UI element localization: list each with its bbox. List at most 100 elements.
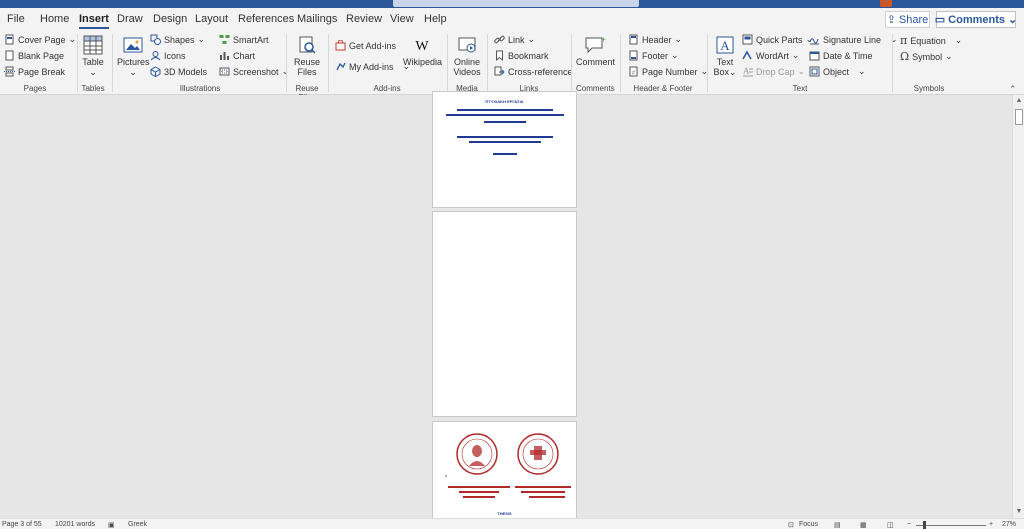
object-button[interactable]: Object ⌄ <box>809 66 866 77</box>
3d-models-button[interactable]: 3D Models⌄ <box>150 66 226 77</box>
header-icon <box>629 34 638 45</box>
document-page[interactable]: THESIS <box>432 421 577 529</box>
reuse-files-icon <box>299 36 316 54</box>
equation-button[interactable]: π Equation ⌄ <box>900 34 962 47</box>
page-count[interactable]: Page 3 of 55 <box>2 521 42 528</box>
wikipedia-button[interactable]: W Wikipedia <box>403 35 442 67</box>
text-box-button[interactable]: A Text Box⌄ <box>712 35 738 78</box>
focus-icon[interactable]: ⊡ <box>788 521 794 529</box>
comment-icon: ▭ <box>934 14 946 26</box>
tab-help[interactable]: Help <box>424 13 447 25</box>
print-layout-icon[interactable]: ▦ <box>860 521 867 529</box>
chevron-down-icon: ⌄ <box>797 66 806 76</box>
page-number-button[interactable]: # Page Number ⌄ <box>628 66 708 77</box>
tab-draw[interactable]: Draw <box>117 13 143 25</box>
group-separator <box>77 34 78 92</box>
smartart-icon <box>219 35 230 44</box>
avatar[interactable] <box>880 0 892 7</box>
date-time-button[interactable]: Date & Time <box>809 50 873 61</box>
cover-page-button[interactable]: Cover Page ⌄ <box>4 34 76 45</box>
link-button[interactable]: Link ⌄ <box>494 34 535 45</box>
online-videos-button[interactable]: Online Videos <box>452 35 482 77</box>
wordart-button[interactable]: WordArt ⌄ <box>742 50 799 61</box>
web-layout-icon[interactable]: ◫ <box>887 521 894 529</box>
icons-icon <box>150 51 161 61</box>
university-seal-right <box>517 433 559 475</box>
document-page[interactable]: ΠΤΥΧΙΑΚΗ ΕΡΓΑΣΙΑ <box>432 91 577 208</box>
bookmark-button[interactable]: Bookmark <box>494 50 549 61</box>
chart-button[interactable]: Chart <box>219 50 255 61</box>
cross-reference-button[interactable]: Cross-reference <box>494 66 573 77</box>
footer-button[interactable]: Footer ⌄ <box>628 50 679 61</box>
cube-icon <box>150 66 161 77</box>
scrollbar-thumb[interactable] <box>1015 109 1023 125</box>
text-box-icon: A <box>716 36 734 54</box>
store-icon <box>335 40 346 51</box>
page-break-button[interactable]: Page Break <box>4 66 65 77</box>
group-label-header-footer: Header & Footer <box>633 84 693 93</box>
status-bar: Page 3 of 55 10201 words ▣ Greek ⊡ Focus… <box>0 518 1024 529</box>
get-addins-button[interactable]: Get Add-ins <box>335 40 396 51</box>
search-box[interactable] <box>393 0 639 7</box>
blank-page-button[interactable]: Blank Page <box>4 50 64 61</box>
document-page[interactable] <box>432 211 577 417</box>
tab-home[interactable]: Home <box>40 13 69 25</box>
chart-icon <box>220 52 229 60</box>
my-addins-button[interactable]: My Add-ins ⌄ <box>335 61 410 72</box>
svg-text:A: A <box>720 38 730 53</box>
page-break-icon <box>4 66 15 77</box>
scroll-up-icon[interactable]: ▲ <box>1015 97 1023 105</box>
symbol-button[interactable]: Ω Symbol ⌄ <box>900 50 953 63</box>
svg-text:+: + <box>601 35 606 44</box>
text-line <box>433 140 576 144</box>
zoom-slider[interactable] <box>916 525 986 526</box>
ribbon: Cover Page ⌄ Blank Page Page Break Pages … <box>0 31 1024 102</box>
tab-layout[interactable]: Layout <box>195 13 228 25</box>
quick-parts-button[interactable]: Quick Parts ⌄ <box>742 34 813 45</box>
group-separator <box>447 34 448 92</box>
page-marker <box>445 475 447 477</box>
vertical-scrollbar[interactable]: ▲ ▼ <box>1012 95 1024 518</box>
header-button[interactable]: Header ⌄ <box>628 34 682 45</box>
collapse-ribbon-icon[interactable]: ⌃ <box>1009 84 1017 95</box>
pictures-button[interactable]: Pictures ⌄ <box>117 35 150 78</box>
share-button[interactable]: ⇪ Share <box>885 11 930 28</box>
group-separator <box>112 34 113 92</box>
screenshot-button[interactable]: Screenshot⌄ <box>219 66 289 77</box>
zoom-level[interactable]: 27% <box>1002 521 1016 528</box>
icons-button[interactable]: Icons <box>150 50 186 61</box>
table-button[interactable]: Table ⌄ <box>81 35 105 78</box>
tab-references[interactable]: References <box>238 13 294 25</box>
focus-button[interactable]: Focus <box>799 521 818 528</box>
page-heading: ΠΤΥΧΙΑΚΗ ΕΡΓΑΣΙΑ <box>485 99 524 104</box>
object-icon <box>809 66 820 77</box>
tab-insert[interactable]: Insert <box>79 13 109 29</box>
proofing-icon[interactable]: ▣ <box>108 521 115 529</box>
tab-file[interactable]: File <box>7 13 25 25</box>
scroll-down-icon[interactable]: ▼ <box>1015 508 1023 516</box>
signature-line-button[interactable]: Signature Line ⌄ <box>809 34 898 45</box>
zoom-in-icon[interactable]: + <box>989 521 993 528</box>
tab-design[interactable]: Design <box>153 13 187 25</box>
cross-reference-icon <box>494 66 505 76</box>
tab-view[interactable]: View <box>390 13 414 25</box>
quick-parts-icon <box>742 34 753 45</box>
zoom-out-icon[interactable]: − <box>907 521 911 528</box>
comments-button[interactable]: ▭ Comments ⌄ <box>934 11 1017 28</box>
read-mode-icon[interactable]: ▤ <box>834 521 841 529</box>
chevron-down-icon: ⌄ <box>129 67 137 77</box>
zoom-slider-thumb[interactable] <box>923 521 926 529</box>
document-canvas[interactable]: ΠΤΥΧΙΑΚΗ ΕΡΓΑΣΙΑ THESIS <box>0 91 1012 529</box>
university-seal-left <box>456 433 498 475</box>
new-comment-button[interactable]: + Comment <box>576 35 615 67</box>
drop-cap-button[interactable]: A Drop Cap ⌄ <box>742 66 805 77</box>
smartart-button[interactable]: SmartArt <box>219 34 269 45</box>
shapes-button[interactable]: Shapes ⌄ <box>150 34 205 45</box>
language-indicator[interactable]: Greek <box>128 521 147 528</box>
tab-review[interactable]: Review <box>346 13 382 25</box>
word-count[interactable]: 10201 words <box>55 521 95 528</box>
tab-mailings[interactable]: Mailings <box>297 13 337 25</box>
group-label-pages: Pages <box>23 84 47 93</box>
reuse-files-button[interactable]: Reuse Files <box>292 35 322 77</box>
omega-icon: Ω <box>900 50 910 63</box>
